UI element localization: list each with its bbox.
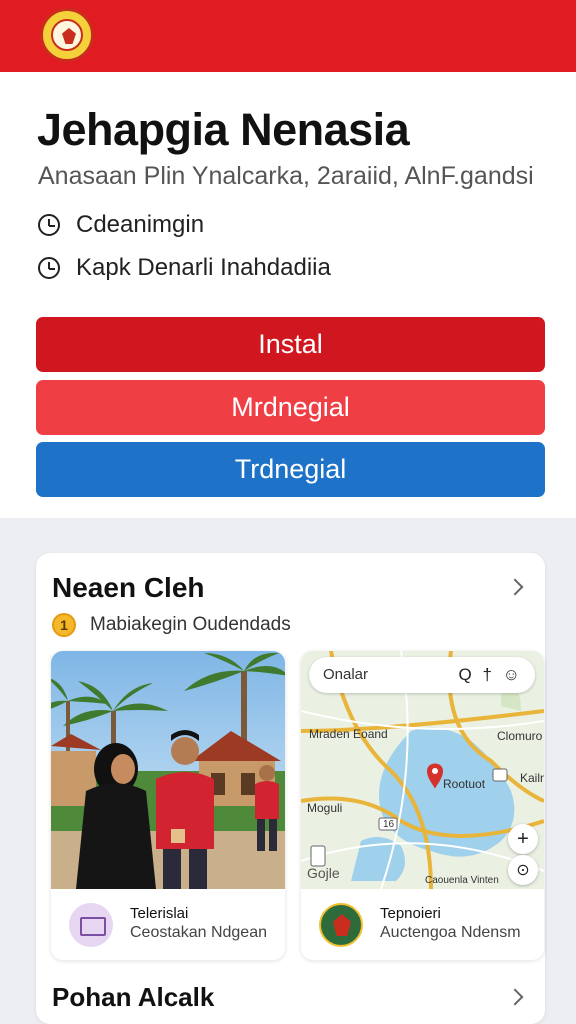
tile-subtitle: Ceostakan Ndgean (130, 924, 267, 941)
tile-title: Telerislai (130, 905, 189, 922)
install-button[interactable]: Instal (36, 317, 545, 372)
map-tools-icon[interactable]: Q † ☺ (459, 665, 523, 685)
meta-text-2: Kapk Denarli Inahdadiia (76, 254, 331, 281)
section-title[interactable]: Neaen Cleh (52, 572, 205, 604)
app-subtitle: Anasaan Plin Ynalcarka, 2araiid, AlnF.ga… (38, 162, 534, 190)
route-number: 16 (383, 819, 395, 830)
section-title-2[interactable]: Pohan Alcalk (52, 982, 214, 1013)
map-attribution: Caouenla Vinten (425, 875, 499, 886)
locate-button[interactable]: ⊙ (508, 855, 538, 885)
people-photo (51, 651, 285, 889)
meta-row-1: Cdeanimgin (38, 210, 204, 240)
clock-icon (38, 257, 60, 279)
coin-badge-icon: 1 (52, 613, 76, 637)
badge-row: 1 Mabiakegin Oudendads (52, 612, 291, 638)
meta-text-1: Cdeanimgin (76, 211, 205, 238)
map-search-bar[interactable]: Onalar Q † ☺ (309, 657, 535, 693)
map-label-east: Clomuro (497, 729, 543, 743)
feature-tile-2[interactable]: Onalar Q † ☺ Mraden Eoand Clomuro Rootuo… (301, 651, 544, 960)
map-search-input[interactable]: Onalar (323, 666, 368, 683)
tile-footer: Tepnoieri Auctengoa Ndensm (301, 889, 544, 960)
feature-tile-1[interactable]: Telerislai Ceostakan Ndgean (51, 651, 285, 960)
top-bar (0, 0, 576, 72)
app-title: Jehapgia Nenasia (37, 104, 410, 155)
badge-text: Mabiakegin Oudendads (90, 614, 291, 635)
second-action-button[interactable]: Mrdnegial (36, 380, 545, 435)
garuda-emblem-icon (40, 8, 94, 62)
card-icon (69, 903, 113, 947)
zoom-in-button[interactable]: + (508, 824, 538, 854)
meta-row-2: Kapk Denarli Inahdadiia (38, 253, 331, 283)
map-pin-label[interactable]: Rootuot (443, 777, 485, 791)
clock-icon (38, 214, 60, 236)
tile-footer: Telerislai Ceostakan Ndgean (51, 889, 285, 960)
map-logo: Gojle (307, 865, 340, 881)
map-label-road-east: Kailn (520, 771, 544, 785)
tile-subtitle: Auctengoa Ndensm (380, 924, 521, 941)
map-label-road-west: Moguli (307, 801, 343, 815)
emblem-icon (319, 903, 363, 947)
tile-title: Tepnoieri (380, 905, 441, 922)
map-label-west: Mraden Eoand (309, 727, 388, 741)
third-action-button[interactable]: Trdnegial (36, 442, 545, 497)
map-view[interactable]: Onalar Q † ☺ Mraden Eoand Clomuro Rootuo… (301, 651, 544, 889)
